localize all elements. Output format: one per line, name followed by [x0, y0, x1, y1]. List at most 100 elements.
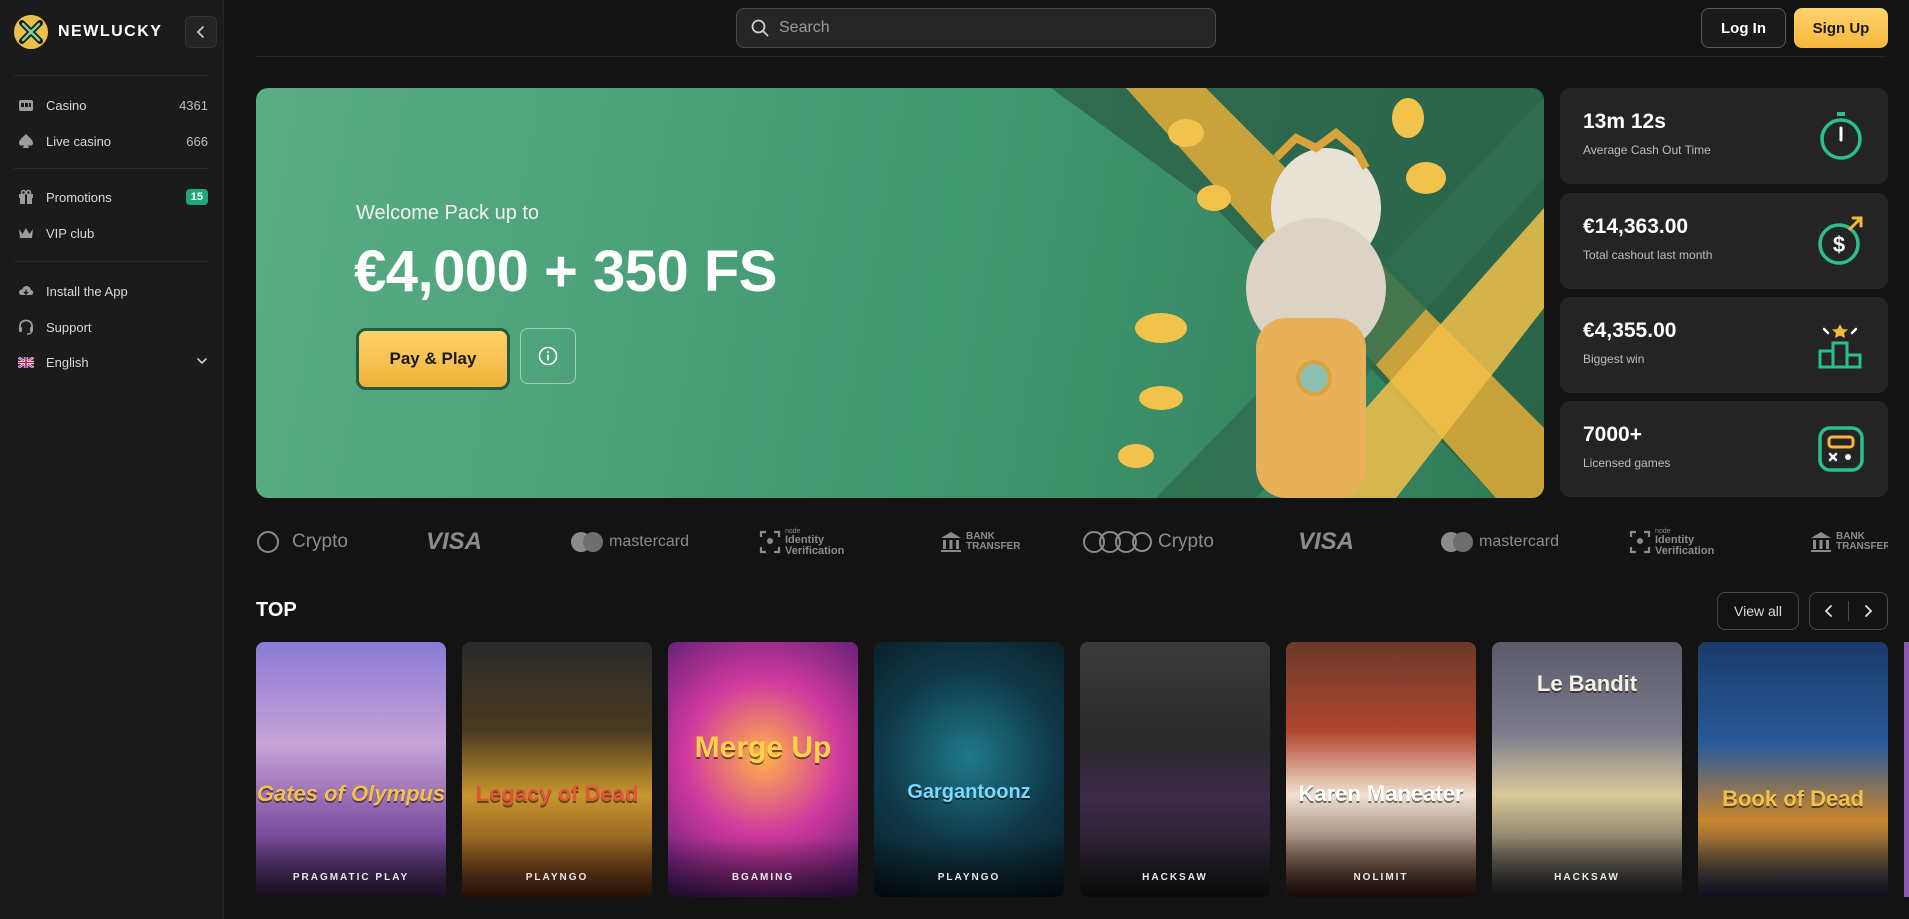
stat-value: 7000+	[1583, 423, 1642, 446]
payment-mastercard: mastercard	[1439, 522, 1559, 562]
stat-card-total-cashout: €14,363.00 Total cashout last month $	[1560, 193, 1888, 289]
sidebar-item-vip-club[interactable]: VIP club	[18, 219, 208, 247]
stat-label: Total cashout last month	[1583, 248, 1713, 262]
stat-card-cashout-time: 13m 12s Average Cash Out Time	[1560, 88, 1888, 184]
sidebar-item-install-app[interactable]: Install the App	[18, 277, 208, 305]
sidebar-item-live-casino[interactable]: Live casino 666	[18, 127, 208, 155]
uk-flag-icon	[18, 354, 34, 370]
game-provider: BGAMING	[731, 872, 795, 883]
card-overlay	[256, 837, 446, 897]
game-title: Legacy of Dead	[475, 781, 639, 806]
headset-icon	[18, 319, 34, 335]
card-overlay	[462, 837, 652, 897]
sidebar-item-label: Support	[46, 319, 92, 335]
mastercard-logo-icon	[1441, 532, 1473, 552]
payment-crypto: Crypto	[1082, 522, 1214, 562]
payment-visa: VISA	[1298, 528, 1355, 555]
language-select[interactable]: English	[18, 348, 208, 376]
card-overlay	[1492, 837, 1682, 897]
section-title-top: TOP	[256, 599, 297, 621]
stat-card-licensed-games: 7000+ Licensed games	[1560, 401, 1888, 497]
info-button[interactable]	[520, 328, 576, 384]
card-overlay	[1698, 837, 1888, 897]
chevron-left-icon	[1824, 605, 1832, 617]
carousel-next-button[interactable]	[1849, 593, 1887, 629]
search-bar[interactable]	[736, 8, 1216, 48]
payment-methods-strip: Crypto VISA mastercard node Identity Ver…	[256, 522, 1888, 562]
brand[interactable]: NEWLUCKY	[14, 14, 162, 50]
sidebar-item-label: Install the App	[46, 283, 128, 299]
hero-banner[interactable]: Welcome Pack up to €4,000 + 350 FS Pay &…	[256, 88, 1544, 498]
login-button[interactable]: Log In	[1701, 8, 1786, 48]
stopwatch-icon	[1820, 112, 1862, 160]
game-card-legacy-of-dead[interactable]: Legacy of Dead PLAYNGO	[462, 642, 652, 897]
sidebar-divider	[14, 75, 208, 76]
sidebar: NEWLUCKY Casino 4361 Live casino 666 Pro	[0, 0, 224, 919]
mastercard-logo-icon	[571, 532, 603, 552]
sidebar-item-casino[interactable]: Casino 4361	[18, 91, 208, 119]
bank-icon	[1811, 532, 1831, 552]
pay-and-play-button[interactable]: Pay & Play	[356, 328, 510, 390]
sidebar-item-support[interactable]: Support	[18, 313, 208, 341]
promotions-badge: 15	[185, 189, 208, 205]
game-card-karen-maneater[interactable]: Karen Maneater NOLIMIT	[1286, 642, 1476, 897]
stat-label: Biggest win	[1583, 352, 1645, 366]
game-provider: PRAGMATIC PLAY	[292, 872, 410, 883]
card-overlay	[874, 837, 1064, 897]
chevron-left-icon	[196, 26, 204, 38]
brand-name: NEWLUCKY	[58, 23, 163, 40]
payment-identity-verification: node Identity Verification	[759, 522, 844, 562]
stat-card-biggest-win: €4,355.00 Biggest win	[1560, 297, 1888, 393]
payment-identity-verification: node Identity Verification	[1629, 522, 1714, 562]
header-divider	[256, 56, 1886, 57]
casino-icon	[18, 97, 34, 113]
game-card-gargantoonz[interactable]: Gargantoonz PLAYNGO	[874, 642, 1064, 897]
game-card-book-of-dead[interactable]: Book of Dead	[1698, 642, 1888, 897]
sidebar-divider	[14, 168, 208, 169]
game-title: Gates of Olympus	[256, 781, 446, 806]
stat-label: Licensed games	[1583, 456, 1671, 470]
crypto-coin-icon	[257, 531, 279, 553]
game-title: Merge Up	[694, 731, 832, 764]
identity-icon	[1629, 530, 1651, 554]
payment-visa: VISA	[426, 528, 483, 555]
carousel-nav	[1809, 592, 1888, 630]
game-card-hacksaw[interactable]: HACKSAW	[1080, 642, 1270, 897]
card-overlay	[1286, 837, 1476, 897]
search-input[interactable]	[779, 19, 1179, 37]
game-provider: HACKSAW	[1554, 872, 1620, 883]
signup-button[interactable]: Sign Up	[1794, 8, 1888, 48]
info-icon	[538, 346, 558, 366]
hero-title: €4,000 + 350 FS	[354, 239, 778, 304]
bank-icon	[941, 532, 961, 552]
chevron-down-icon	[196, 355, 208, 370]
podium-icon	[1818, 324, 1862, 369]
dollar-coin-icon: $	[1818, 216, 1863, 265]
carousel-prev-button[interactable]	[1810, 593, 1848, 629]
game-card-le-bandit[interactable]: Le Bandit HACKSAW	[1492, 642, 1682, 897]
sidebar-divider	[14, 261, 208, 262]
card-overlay	[668, 837, 858, 897]
collapse-sidebar-button[interactable]	[185, 16, 217, 48]
sidebar-item-label: Promotions	[46, 189, 112, 205]
game-provider: HACKSAW	[1142, 872, 1208, 883]
game-card-merge-up[interactable]: Merge Up BGAMING	[668, 642, 858, 897]
gift-icon	[18, 189, 34, 205]
next-card-peek	[1904, 642, 1909, 897]
app-root: NEWLUCKY Casino 4361 Live casino 666 Pro	[0, 0, 1909, 919]
spade-icon	[18, 133, 34, 149]
slot-machine-icon	[1818, 426, 1864, 472]
search-icon	[751, 19, 769, 37]
sidebar-item-count: 4361	[179, 97, 208, 113]
view-all-button[interactable]: View all	[1717, 592, 1799, 630]
sidebar-item-promotions[interactable]: Promotions 15	[18, 183, 208, 211]
identity-icon	[759, 530, 781, 554]
game-title: Gargantoonz	[907, 781, 1031, 803]
game-card-gates-of-olympus[interactable]: Gates of Olympus PRAGMATIC PLAY	[256, 642, 446, 897]
sidebar-item-label: VIP club	[46, 225, 95, 241]
sidebar-item-label: Live casino	[46, 133, 112, 149]
crypto-coins-icon	[1083, 531, 1152, 553]
svg-text:$: $	[1833, 232, 1845, 257]
game-title: Book of Dead	[1722, 786, 1864, 811]
game-title: Le Bandit	[1536, 671, 1638, 696]
